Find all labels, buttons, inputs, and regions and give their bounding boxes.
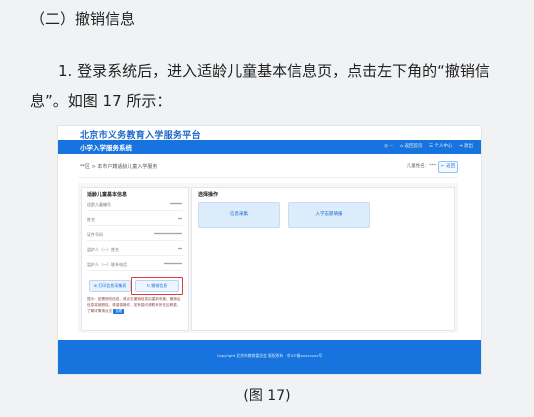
- field-label: 证件号码: [87, 232, 103, 237]
- field-value: **: [178, 247, 182, 252]
- back-button[interactable]: ← 返回: [438, 161, 458, 173]
- footer-text: Copyright 北京市教育委员会 版权所有 · 京ICP备xxxxxxxx号: [216, 353, 323, 358]
- print-form-button[interactable]: ⊕ 打印信息采集表: [89, 280, 131, 292]
- settings-link[interactable]: ◎ ···: [384, 144, 394, 149]
- logout-link[interactable]: ⇥ 退出: [459, 144, 473, 149]
- card-title: 适龄儿童基本信息: [87, 192, 128, 198]
- figure-caption: (图 17): [243, 388, 291, 404]
- notice-view-button[interactable]: 查看: [113, 309, 125, 314]
- field-value: ******: [170, 202, 182, 207]
- paragraph-text: 1. 登录系统后，进入适龄儿童基本信息页，点击左下角的“撤销信息”。如图 17 …: [30, 62, 490, 110]
- field-label: 适龄儿童编号: [87, 202, 111, 207]
- screenshot-figure: 北京市义务教育入学服务平台 小学入学服务系统 ◎ ··· ⌂ 返回首页 ☰ 个人…: [57, 125, 482, 375]
- field-label: 姓名: [87, 217, 95, 222]
- operation-panel: 选择操作 信息采集 入学志愿填报: [191, 187, 455, 331]
- doc-heading: （二）撤销信息: [30, 10, 136, 28]
- child-info-card: 适龄儿童基本信息 适龄儿童编号 ****** 姓名 ** 证件号码 ******…: [81, 187, 189, 331]
- field-label: 监护人（一）联系电话: [87, 262, 127, 267]
- doc-paragraph: 1. 登录系统后，进入适龄儿童基本信息页，点击左下角的“撤销信息”。如图 17 …: [30, 56, 510, 116]
- field-row: 证件号码 **************: [87, 231, 183, 241]
- enrollment-preference-tile[interactable]: 入学志愿填报: [288, 202, 370, 228]
- topbar-links: ◎ ··· ⌂ 返回首页 ☰ 个人中心 ⇥ 退出: [379, 143, 473, 149]
- notice-text: 提示：如需修改信息，请点击撤销信息后重新采集；撤销后信息将被删除，请谨慎操作，如…: [87, 296, 183, 314]
- highlight-box: [131, 277, 183, 295]
- info-collection-tile[interactable]: 信息采集: [198, 202, 280, 228]
- field-row: 监护人（一）联系电话 *********: [87, 261, 183, 271]
- content-area: 适龄儿童基本信息 适龄儿童编号 ****** 姓名 ** 证件号码 ******…: [78, 183, 458, 333]
- panel-title: 选择操作: [198, 192, 219, 198]
- field-row: 姓名 **: [87, 216, 183, 226]
- notice-body: 提示：如需修改信息，请点击撤销信息后重新采集；撤销后信息将被删除，请谨慎操作，如…: [87, 297, 181, 313]
- breadcrumb-bar: **区 > 本市户籍适龄儿童入学服务 儿童姓名：*** ← 返回: [78, 159, 458, 178]
- child-name-label: 儿童姓名：***: [406, 164, 436, 169]
- field-row: 监护人（一）姓名 **: [87, 246, 183, 256]
- system-title: 小学入学服务系统: [80, 144, 132, 152]
- home-link[interactable]: ⌂ 返回首页: [400, 144, 422, 149]
- footer-bar: Copyright 北京市教育委员会 版权所有 · 京ICP备xxxxxxxx号: [58, 340, 481, 374]
- top-bar: 小学入学服务系统 ◎ ··· ⌂ 返回首页 ☰ 个人中心 ⇥ 退出: [58, 140, 481, 154]
- breadcrumb: **区 > 本市户籍适龄儿童入学服务: [80, 164, 158, 170]
- field-value: **************: [154, 232, 182, 237]
- user-center-link[interactable]: ☰ 个人中心: [429, 144, 452, 149]
- field-value: **: [178, 217, 182, 222]
- field-label: 监护人（一）姓名: [87, 247, 119, 252]
- field-value: *********: [164, 262, 182, 267]
- field-row: 适龄儿童编号 ******: [87, 201, 183, 211]
